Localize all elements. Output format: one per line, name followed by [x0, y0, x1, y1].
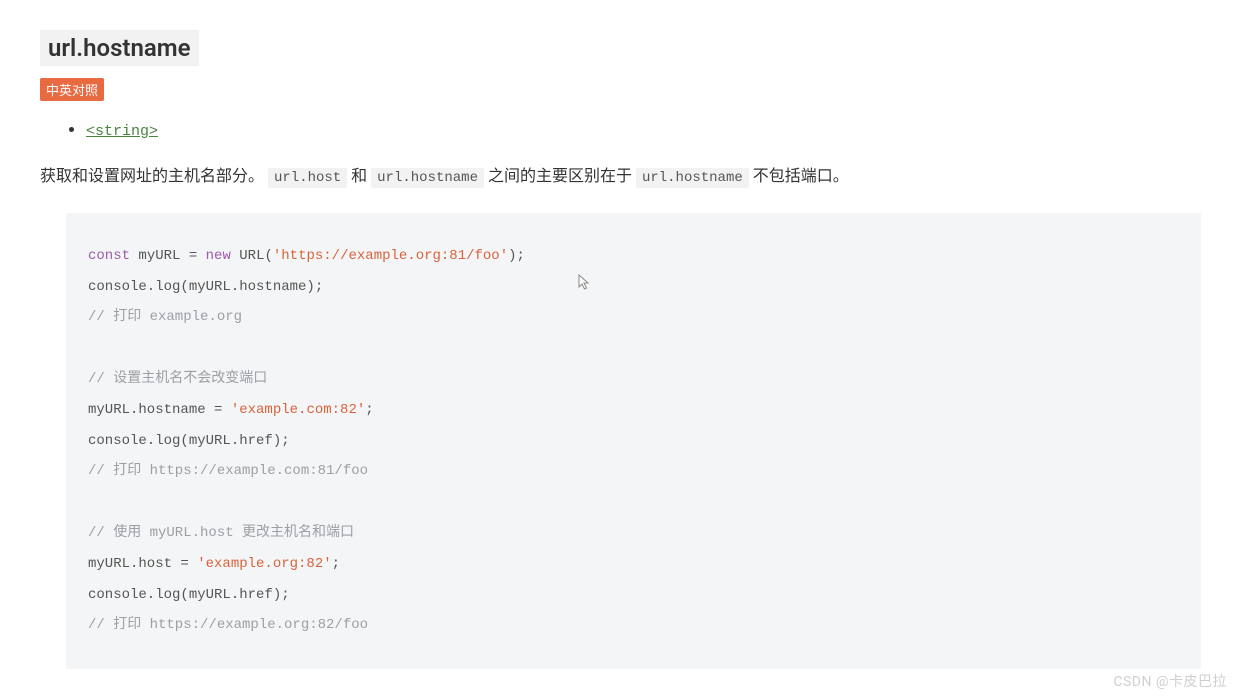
code-text: ); [508, 248, 525, 264]
desc-text: 和 [347, 166, 371, 185]
code-text: myURL.host = [88, 556, 197, 572]
code-text: console.log(myURL.href); [88, 433, 290, 449]
code-text: console.log(myURL.hostname); [88, 279, 323, 295]
code-comment: // 打印 example.org [88, 309, 242, 325]
code-comment: // 使用 myURL.host 更改主机名和端口 [88, 525, 354, 541]
code-keyword: const [88, 248, 130, 264]
code-block: const myURL = new URL('https://example.o… [66, 213, 1201, 669]
desc-text: 获取和设置网址的主机名部分。 [40, 166, 268, 185]
code-string: 'example.com:82' [231, 402, 365, 418]
code-comment: // 设置主机名不会改变端口 [88, 371, 267, 387]
string-type-link[interactable]: <string> [86, 123, 158, 140]
code-text: ; [332, 556, 340, 572]
description-paragraph: 获取和设置网址的主机名部分。 url.host 和 url.hostname 之… [40, 162, 1201, 191]
code-comment: // 打印 https://example.org:82/foo [88, 617, 368, 633]
bilingual-badge[interactable]: 中英对照 [40, 78, 104, 101]
type-list: <string> [40, 117, 1201, 144]
watermark: CSDN @卡皮巴拉 [1113, 671, 1227, 691]
code-text: ; [365, 402, 373, 418]
section-heading: url.hostname [40, 30, 199, 66]
code-text: myURL = [130, 248, 206, 264]
code-text: URL( [231, 248, 273, 264]
desc-text: 之间的主要区别在于 [484, 166, 636, 185]
code-string: 'example.org:82' [197, 556, 331, 572]
inline-code-url-hostname: url.hostname [371, 168, 484, 188]
code-text: myURL.hostname = [88, 402, 231, 418]
code-comment: // 打印 https://example.com:81/foo [88, 463, 368, 479]
desc-text: 不包括端口。 [749, 166, 849, 185]
code-text: console.log(myURL.href); [88, 587, 290, 603]
code-string: 'https://example.org:81/foo' [273, 248, 508, 264]
inline-code-url-hostname-2: url.hostname [636, 168, 749, 188]
type-list-item: <string> [86, 117, 1201, 144]
code-keyword: new [206, 248, 231, 264]
inline-code-url-host: url.host [268, 168, 347, 188]
